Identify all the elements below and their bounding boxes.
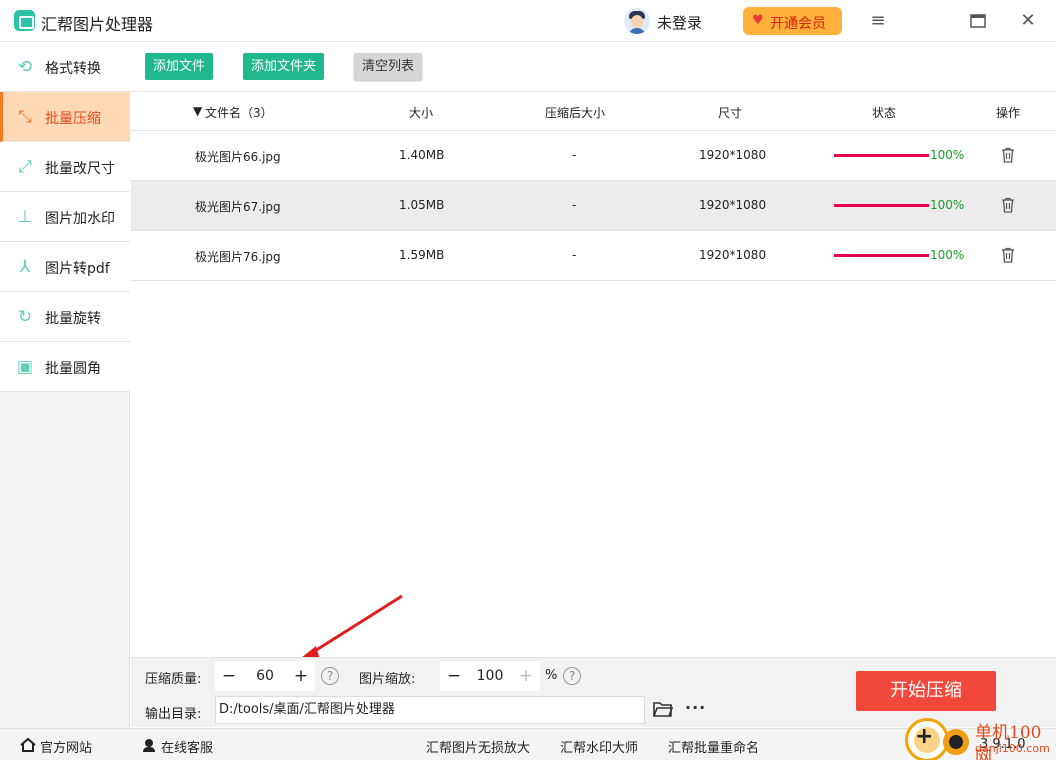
scale-unit: % xyxy=(545,668,558,683)
dimensions: 1920*1080 xyxy=(699,148,767,162)
column-status: 状态 xyxy=(872,106,897,120)
title-bar: 汇帮图片处理器 未登录 ♥ 开通会员 ≡ ✕ xyxy=(0,0,1056,42)
vip-button-label: 开通会员 xyxy=(770,16,826,32)
user-avatar[interactable] xyxy=(624,8,650,34)
sidebar-item-to-pdf[interactable]: ⅄ 图片转pdf xyxy=(0,242,130,292)
home-icon xyxy=(20,738,36,752)
column-filename[interactable]: 文件名（3） xyxy=(205,104,273,121)
watermark-ring-icon xyxy=(943,729,969,755)
file-size: 1.59MB xyxy=(399,248,445,262)
clear-list-button[interactable]: 清空列表 xyxy=(354,53,423,80)
file-table-header: ▼ 文件名（3） 大小 压缩后大小 尺寸 状态 操作 xyxy=(131,91,1056,131)
sidebar-item-watermark[interactable]: ⊥ 图片加水印 xyxy=(0,192,130,242)
sort-desc-icon[interactable]: ▼ xyxy=(193,104,202,118)
file-name: 极光图片67.jpg xyxy=(195,200,281,214)
sidebar-item-batch-compress[interactable]: ⤡ 批量压缩 xyxy=(0,92,130,142)
footer-link-batch-rename[interactable]: 汇帮批量重命名 xyxy=(668,737,759,756)
official-site-link[interactable]: 官方网站 xyxy=(40,737,92,756)
watermark-stamp-icon: ⊥ xyxy=(17,207,33,227)
footer-link-watermark-master[interactable]: 汇帮水印大师 xyxy=(560,737,638,756)
more-options-icon[interactable]: ··· xyxy=(685,698,706,717)
footer-link-lossless-upscale[interactable]: 汇帮图片无损放大 xyxy=(426,737,530,756)
sidebar-item-label: 图片转pdf xyxy=(45,261,110,277)
compress-icon: ⤡ xyxy=(18,107,32,127)
dimensions: 1920*1080 xyxy=(699,198,767,212)
maximize-icon[interactable] xyxy=(965,8,991,34)
rounded-image-icon: ▣ xyxy=(16,357,34,377)
compressed-size: - xyxy=(572,198,577,212)
quality-help-icon[interactable]: ? xyxy=(321,667,339,685)
trash-icon[interactable] xyxy=(1001,247,1015,263)
sidebar-item-label: 批量圆角 xyxy=(45,361,101,377)
pdf-icon: ⅄ xyxy=(19,257,31,277)
app-logo-icon xyxy=(14,10,35,31)
quality-increase-button[interactable]: + xyxy=(287,661,315,691)
column-action: 操作 xyxy=(996,106,1021,120)
output-path-input[interactable]: D:/tools/桌面/汇帮图片处理器 xyxy=(215,696,645,724)
sidebar-item-label: 批量旋转 xyxy=(45,311,101,327)
column-dimensions: 尺寸 xyxy=(718,106,743,120)
vip-button[interactable]: ♥ 开通会员 xyxy=(743,7,842,35)
table-row[interactable]: 极光图片76.jpg 1.59MB - 1920*1080 100% xyxy=(131,231,1056,281)
progress-bar xyxy=(834,204,929,207)
file-size: 1.40MB xyxy=(399,148,445,162)
login-status-link[interactable]: 未登录 xyxy=(657,12,702,33)
progress-bar xyxy=(834,254,929,257)
scale-decrease-button[interactable]: − xyxy=(440,661,468,691)
trash-icon[interactable] xyxy=(1001,147,1015,163)
sidebar-item-label: 格式转换 xyxy=(45,61,101,77)
quality-value[interactable]: 60 xyxy=(243,661,287,691)
output-dir-label: 输出目录: xyxy=(145,707,202,722)
sidebar-item-rounded-corners[interactable]: ▣ 批量圆角 xyxy=(0,342,130,392)
scale-increase-button[interactable]: + xyxy=(512,661,540,691)
sidebar: ⟲ 格式转换 ⤡ 批量压缩 ⤢ 批量改尺寸 ⊥ 图片加水印 ⅄ 图片转pdf ↻… xyxy=(0,42,130,728)
sidebar-item-format-convert[interactable]: ⟲ 格式转换 xyxy=(0,42,130,92)
open-folder-icon[interactable] xyxy=(653,700,673,718)
quality-decrease-button[interactable]: − xyxy=(215,661,243,691)
column-compressed-size: 压缩后大小 xyxy=(545,106,606,120)
refresh-format-icon: ⟲ xyxy=(17,57,33,77)
sidebar-item-label: 批量压缩 xyxy=(45,111,101,127)
table-row[interactable]: 极光图片66.jpg 1.40MB - 1920*1080 100% xyxy=(131,131,1056,181)
scale-stepper[interactable]: − 100 + xyxy=(440,661,540,691)
add-folder-button[interactable]: 添加文件夹 xyxy=(243,53,325,80)
quality-label: 压缩质量: xyxy=(145,672,202,687)
trash-icon[interactable] xyxy=(1001,197,1015,213)
sidebar-item-label: 图片加水印 xyxy=(45,211,115,227)
table-row[interactable]: 极光图片67.jpg 1.05MB - 1920*1080 100% xyxy=(131,181,1056,231)
progress-bar xyxy=(834,154,929,157)
compressed-size: - xyxy=(572,148,577,162)
dimensions: 1920*1080 xyxy=(699,248,767,262)
close-icon[interactable]: ✕ xyxy=(1015,8,1041,34)
scale-help-icon[interactable]: ? xyxy=(563,667,581,685)
sidebar-item-batch-resize[interactable]: ⤢ 批量改尺寸 xyxy=(0,142,130,192)
file-name: 极光图片76.jpg xyxy=(195,250,281,264)
watermark-subtext: danji100.com xyxy=(975,742,1050,755)
column-size: 大小 xyxy=(409,106,434,120)
sidebar-item-label: 批量改尺寸 xyxy=(45,161,115,177)
resize-icon: ⤢ xyxy=(18,157,32,177)
customer-service-icon xyxy=(143,739,155,752)
quality-stepper[interactable]: − 60 + xyxy=(215,661,315,691)
start-compress-button[interactable]: 开始压缩 xyxy=(856,671,996,711)
scale-value[interactable]: 100 xyxy=(468,661,512,691)
add-file-button[interactable]: 添加文件 xyxy=(145,53,214,80)
diamond-heart-icon: ♥ xyxy=(752,13,764,28)
file-name: 极光图片66.jpg xyxy=(195,150,281,164)
rotate-icon: ↻ xyxy=(17,307,33,327)
app-title: 汇帮图片处理器 xyxy=(41,15,154,34)
file-size: 1.05MB xyxy=(399,198,445,212)
footer-bar: 官方网站 在线客服 汇帮图片无损放大 汇帮水印大师 汇帮批量重命名 3.9.1.… xyxy=(0,728,1056,760)
sidebar-item-batch-rotate[interactable]: ↻ 批量旋转 xyxy=(0,292,130,342)
status-percent: 100% xyxy=(930,148,965,162)
status-percent: 100% xyxy=(930,248,965,262)
online-support-link[interactable]: 在线客服 xyxy=(161,737,213,756)
compressed-size: - xyxy=(572,248,577,262)
menu-icon[interactable]: ≡ xyxy=(865,8,891,34)
status-percent: 100% xyxy=(930,198,965,212)
scale-label: 图片缩放: xyxy=(359,672,416,687)
